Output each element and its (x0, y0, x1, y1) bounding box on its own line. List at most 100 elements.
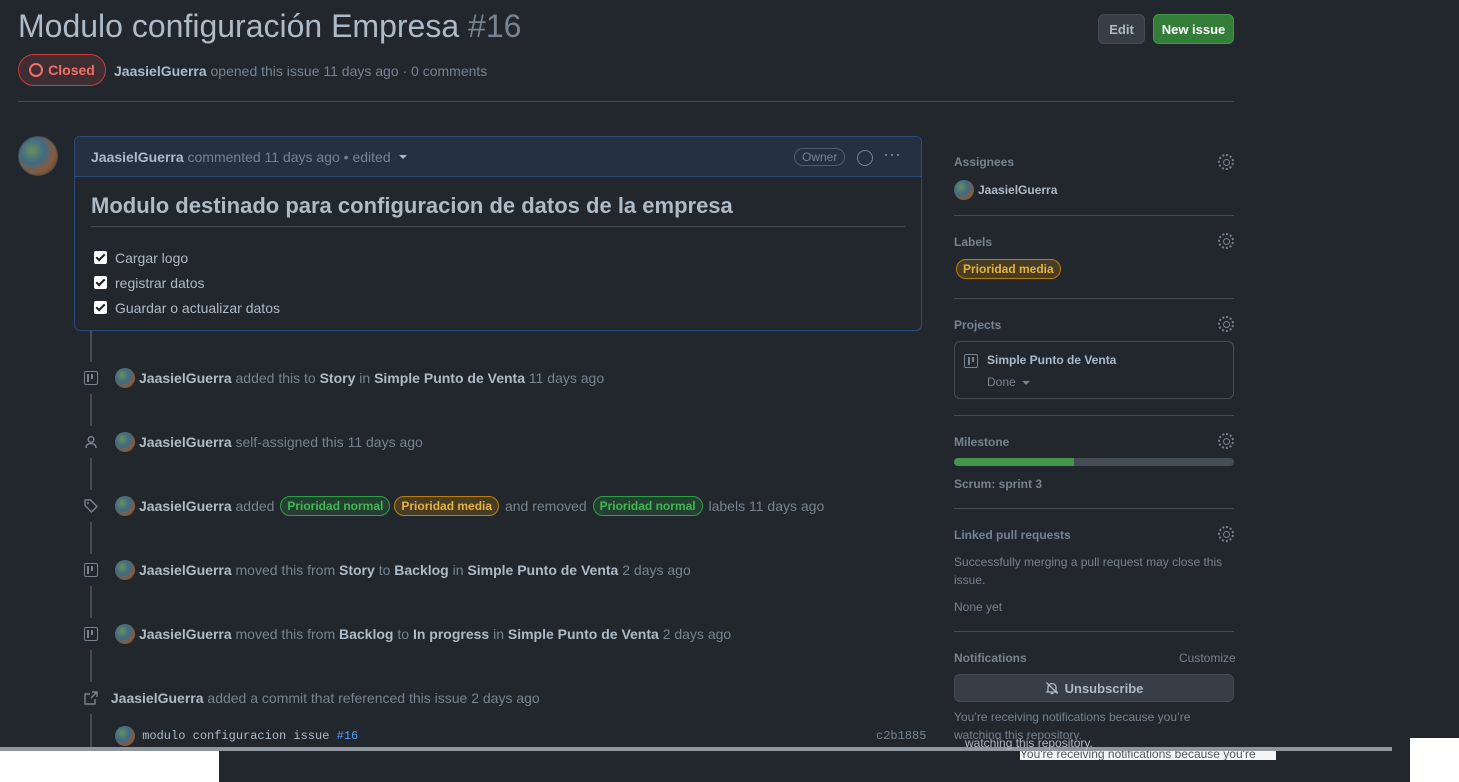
avatar (954, 180, 974, 200)
notifications-heading: Notifications (954, 651, 1027, 665)
kebab-menu-icon[interactable]: ⋯ (883, 145, 902, 166)
comment-author-link[interactable]: JaasielGuerra (91, 149, 184, 165)
event-text: to (397, 626, 410, 642)
issue-author-link[interactable]: JaasielGuerra (114, 63, 207, 79)
event-user-link[interactable]: JaasielGuerra (111, 690, 204, 706)
person-icon (75, 426, 107, 458)
linked-prs-none: None yet (954, 600, 1003, 614)
chevron-down-icon[interactable] (398, 154, 407, 159)
edit-button[interactable]: Edit (1098, 14, 1145, 44)
tooltip-fragment: You're receiving notifications because y… (1020, 751, 1276, 760)
event-time[interactable]: 2 days ago (471, 690, 540, 706)
avatar[interactable] (115, 560, 135, 580)
event-column: Backlog (394, 562, 449, 578)
project-icon (964, 354, 978, 368)
event-user-link[interactable]: JaasielGuerra (139, 434, 232, 450)
avatar[interactable] (115, 432, 135, 452)
assignee-item[interactable]: JaasielGuerra (954, 180, 1057, 200)
project-icon (75, 362, 107, 394)
comment-meta: commented 11 days ago • edited (187, 148, 391, 165)
event-user-link[interactable]: JaasielGuerra (139, 626, 232, 642)
gear-icon[interactable] (1218, 526, 1234, 542)
labels-heading[interactable]: Labels (954, 235, 992, 249)
project-name-link[interactable]: Simple Punto de Venta (987, 353, 1116, 367)
status-bar (0, 751, 219, 782)
event-column: Backlog (339, 626, 394, 642)
issue-title: Modulo configuración Empresa #16 (18, 8, 521, 45)
cross-reference-icon (75, 682, 107, 714)
issue-number: #16 (468, 8, 522, 44)
gear-icon[interactable] (1218, 154, 1234, 170)
task-item[interactable]: registrar datos (94, 270, 905, 295)
event-time[interactable]: 11 days ago (749, 498, 824, 514)
sidebar-divider (954, 298, 1234, 299)
sidebar-divider (954, 415, 1234, 416)
bell-slash-icon (1045, 682, 1059, 695)
timeline-event: JaasielGuerra moved this from Story to B… (75, 554, 691, 586)
label-badge[interactable]: Prioridad normal (280, 496, 391, 516)
event-text: in (359, 370, 371, 386)
avatar[interactable] (115, 726, 135, 746)
avatar[interactable] (18, 136, 58, 176)
checkbox[interactable] (94, 301, 107, 314)
event-text: and removed (504, 498, 587, 514)
gear-icon[interactable] (1218, 433, 1234, 449)
assignees-heading[interactable]: Assignees (954, 155, 1014, 169)
unsubscribe-button[interactable]: Unsubscribe (954, 674, 1234, 702)
avatar[interactable] (115, 368, 135, 388)
sidebar-divider (954, 631, 1234, 632)
smiley-icon[interactable] (857, 150, 873, 166)
comment-body: Modulo destinado para configuracion de d… (75, 177, 921, 336)
label-badge[interactable]: Prioridad normal (592, 496, 703, 516)
gear-icon[interactable] (1218, 233, 1234, 249)
label-badge[interactable]: Prioridad media (394, 496, 500, 516)
tag-icon (75, 490, 107, 522)
assignee-name: JaasielGuerra (978, 183, 1058, 197)
event-text: added a commit that referenced this issu… (207, 690, 468, 706)
event-project-link[interactable]: Simple Punto de Venta (508, 626, 659, 642)
event-user-link[interactable]: JaasielGuerra (139, 370, 232, 386)
new-issue-button[interactable]: New issue (1153, 14, 1234, 44)
event-time[interactable]: 2 days ago (622, 562, 691, 578)
event-time[interactable]: 11 days ago (529, 370, 604, 386)
comment-heading: Modulo destinado para configuracion de d… (91, 193, 905, 227)
event-column: In progress (412, 626, 490, 642)
projects-heading[interactable]: Projects (954, 318, 1001, 332)
event-column: Story (319, 370, 356, 386)
task-item[interactable]: Cargar logo (94, 245, 905, 270)
linked-prs-heading[interactable]: Linked pull requests (954, 528, 1071, 542)
commit-message-link[interactable]: modulo configuracion issue (142, 729, 329, 743)
event-project-link[interactable]: Simple Punto de Venta (467, 562, 618, 578)
checkbox[interactable] (94, 276, 107, 289)
event-time[interactable]: 2 days ago (663, 626, 732, 642)
avatar[interactable] (115, 624, 135, 644)
event-project-link[interactable]: Simple Punto de Venta (374, 370, 525, 386)
customize-link[interactable]: Customize (1179, 651, 1236, 665)
issue-ref-link[interactable]: #16 (337, 729, 359, 743)
commit-hash-link[interactable]: c2b1885 (876, 729, 926, 743)
label-badge[interactable]: Prioridad media (956, 259, 1061, 279)
event-user-link[interactable]: JaasielGuerra (139, 498, 232, 514)
event-user-link[interactable]: JaasielGuerra (139, 562, 232, 578)
task-item[interactable]: Guardar o actualizar datos (94, 295, 905, 320)
checkbox[interactable] (94, 251, 107, 264)
timeline-event: JaasielGuerra added Prioridad normal Pri… (75, 490, 824, 522)
event-text: in (452, 562, 464, 578)
task-label: Guardar o actualizar datos (115, 299, 280, 316)
milestone-progress-fill (954, 458, 1075, 466)
milestone-link[interactable]: Scrum: sprint 3 (954, 477, 1042, 491)
milestone-progress-bar (954, 458, 1234, 466)
project-icon (75, 618, 107, 650)
milestone-heading[interactable]: Milestone (954, 435, 1009, 449)
timeline-event: JaasielGuerra self-assigned this 11 days… (75, 426, 423, 458)
event-time[interactable]: 11 days ago (348, 434, 423, 450)
avatar[interactable] (115, 496, 135, 516)
comment-header: JaasielGuerra commented 11 days ago • ed… (75, 137, 921, 177)
gear-icon[interactable] (1218, 316, 1234, 332)
linked-prs-description: Successfully merging a pull request may … (954, 555, 1223, 587)
issue-closed-icon (29, 63, 44, 77)
project-status-dropdown[interactable]: Done (987, 375, 1031, 389)
issue-meta-text: opened this issue 11 days ago · 0 commen… (210, 63, 488, 79)
commit-row: modulo configuracion issue #16 (115, 726, 358, 746)
event-text: to (378, 562, 391, 578)
